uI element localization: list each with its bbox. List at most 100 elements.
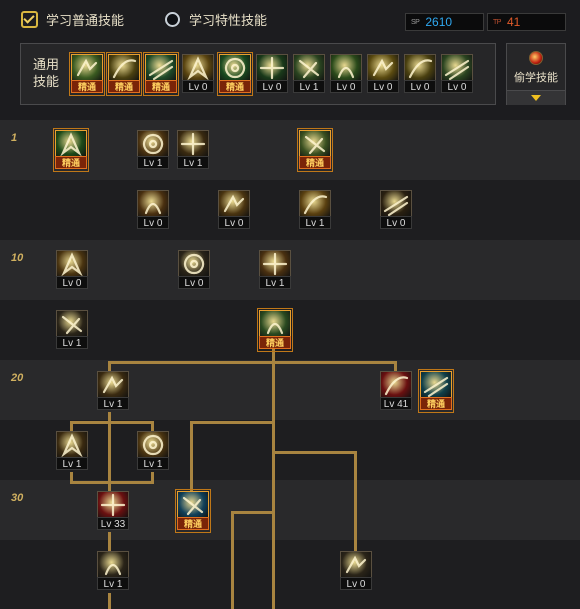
skill-level-label: Lv 0 — [256, 80, 288, 93]
sp-label: SP — [411, 18, 420, 26]
tab-trait-label: 学习特性技能 — [189, 13, 268, 28]
level-label: 1 — [11, 132, 18, 144]
top-bar: 学习普通技能 学习特性技能 SP 2610 TP 41 通用技能 精通 精通 精通 L… — [0, 0, 580, 120]
blood-icon — [380, 371, 412, 399]
common-skill-slot[interactable]: Lv 0 — [441, 54, 473, 94]
skill-level-label: Lv 0 — [404, 80, 436, 93]
eye-icon — [367, 54, 399, 82]
tree-skill-slot[interactable]: Lv 0 — [178, 250, 210, 290]
common-skill-slot[interactable]: 精通 — [217, 52, 253, 96]
crescent-icon — [178, 250, 210, 278]
tree-skill-slot[interactable]: 精通 — [297, 128, 333, 172]
common-skill-slot[interactable]: 精通 — [69, 52, 105, 96]
tree-skill-slot[interactable]: 精通 — [175, 489, 211, 533]
tree-skill-slot[interactable]: Lv 41 — [380, 371, 412, 411]
sp-value: 2610 — [425, 15, 453, 29]
claw-icon — [177, 130, 209, 158]
slash-icon — [137, 130, 169, 158]
tree-skill-slot[interactable]: Lv 1 — [177, 130, 209, 170]
common-skill-slot[interactable]: Lv 1 — [293, 54, 325, 94]
tree-skill-slot[interactable]: Lv 0 — [218, 190, 250, 230]
common-skill-slot[interactable]: 精通 — [143, 52, 179, 96]
eruption-icon — [259, 250, 291, 278]
sp-counter: SP 2610 — [405, 13, 484, 31]
tree-skill-slot[interactable]: Lv 1 — [56, 431, 88, 471]
tree-skill-slot[interactable]: Lv 1 — [97, 551, 129, 591]
tab-trait-skills[interactable]: 学习特性技能 — [165, 10, 267, 29]
skill-level-label: 精通 — [299, 156, 331, 169]
common-skill-slot[interactable]: 精通 — [106, 52, 142, 96]
steal-skill-button[interactable]: 偷学技能 — [506, 43, 566, 105]
connector — [108, 361, 397, 364]
tree-row: 1 — [0, 120, 580, 180]
arc-icon — [97, 371, 129, 399]
skill-level-label: Lv 0 — [367, 80, 399, 93]
connector — [231, 511, 274, 514]
sprint-icon — [71, 54, 103, 82]
tree-skill-slot[interactable]: Lv 0 — [137, 190, 169, 230]
tree-skill-slot[interactable]: Lv 33 — [97, 491, 129, 531]
skill-level-label: Lv 0 — [330, 80, 362, 93]
common-skill-slot[interactable]: Lv 0 — [330, 54, 362, 94]
strike-icon — [293, 54, 325, 82]
tree-row: 20 — [0, 360, 580, 420]
tree-row — [0, 540, 580, 600]
skill-level-label: Lv 1 — [56, 457, 88, 470]
skill-level-label: Lv 0 — [441, 80, 473, 93]
skill-level-label: Lv 0 — [380, 216, 412, 229]
skill-level-label: Lv 33 — [97, 517, 129, 530]
skill-level-label: 精通 — [219, 80, 251, 93]
ghost-icon — [420, 371, 452, 399]
barrage-icon — [137, 431, 169, 459]
connector — [272, 451, 357, 454]
skill-level-label: Lv 1 — [299, 216, 331, 229]
skill-level-label: Lv 1 — [177, 156, 209, 169]
tree-skill-slot[interactable]: Lv 1 — [137, 431, 169, 471]
radio-icon — [165, 12, 180, 27]
crosshair-icon — [256, 54, 288, 82]
steal-skill-label: 偷学技能 — [514, 72, 558, 84]
dropdown-arrow-icon[interactable] — [507, 90, 565, 105]
scatter-icon — [340, 551, 372, 579]
tree-skill-slot[interactable]: 精通 — [418, 369, 454, 413]
connector — [70, 481, 154, 484]
wing-slash-icon — [56, 250, 88, 278]
tree-skill-slot[interactable]: 精通 — [53, 128, 89, 172]
connector — [108, 532, 111, 552]
tp-counter: TP 41 — [487, 13, 566, 31]
common-skill-slot[interactable]: Lv 0 — [182, 54, 214, 94]
common-skills-label: 通用技能 — [32, 57, 59, 89]
tree-skill-slot[interactable]: Lv 1 — [259, 250, 291, 290]
tree-skill-slot[interactable]: 精通 — [257, 308, 293, 352]
level-label: 30 — [11, 492, 24, 504]
common-skill-slot[interactable]: Lv 0 — [367, 54, 399, 94]
skill-tree: 1 10 20 30 — [0, 120, 580, 600]
common-skill-slot[interactable]: Lv 0 — [404, 54, 436, 94]
dash-icon — [145, 54, 177, 82]
tree-skill-slot[interactable]: Lv 1 — [97, 371, 129, 411]
connector — [272, 345, 275, 609]
tab-normal-skills[interactable]: 学习普通技能 — [21, 10, 124, 29]
skill-level-label: 精通 — [71, 80, 103, 93]
skill-level-label: Lv 0 — [218, 216, 250, 229]
tree-skill-slot[interactable]: Lv 1 — [56, 310, 88, 350]
tree-skill-slot[interactable]: Lv 0 — [380, 190, 412, 230]
whirl-icon — [97, 551, 129, 579]
vortex-icon — [97, 491, 129, 519]
hero-icon — [404, 54, 436, 82]
connector — [190, 421, 274, 424]
level-label: 10 — [11, 252, 24, 264]
tree-skill-slot[interactable]: Lv 1 — [299, 190, 331, 230]
arrows-icon — [218, 190, 250, 218]
skill-level-label: Lv 1 — [293, 80, 325, 93]
skill-level-label: Lv 1 — [137, 156, 169, 169]
connector — [190, 421, 193, 493]
skill-level-label: 精通 — [108, 80, 140, 93]
tree-skill-slot[interactable]: Lv 0 — [340, 551, 372, 591]
gem-icon — [529, 51, 543, 65]
fist-icon — [330, 54, 362, 82]
tree-row: 30 — [0, 480, 580, 540]
tree-skill-slot[interactable]: Lv 1 — [137, 130, 169, 170]
tree-skill-slot[interactable]: Lv 0 — [56, 250, 88, 290]
common-skill-slot[interactable]: Lv 0 — [256, 54, 288, 94]
